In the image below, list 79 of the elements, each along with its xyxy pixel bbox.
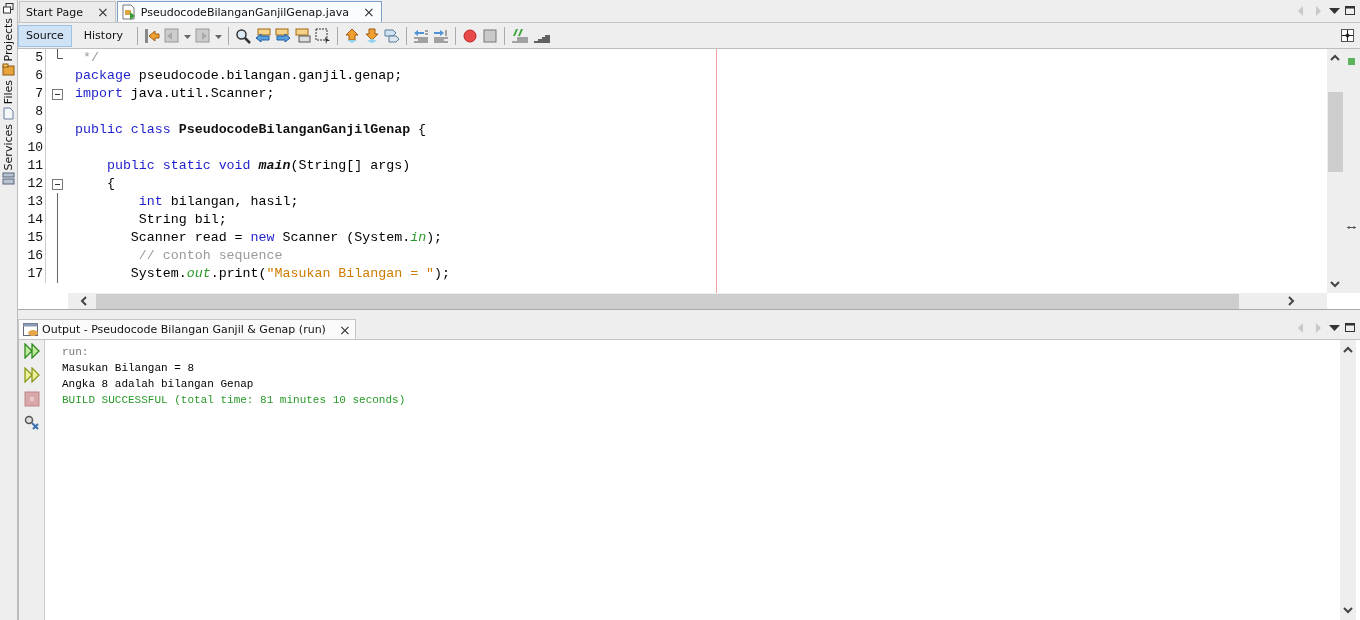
code-line: */ bbox=[81, 50, 99, 65]
tab-label[interactable]: Start Page bbox=[26, 5, 83, 19]
line-number: 14 bbox=[18, 211, 46, 229]
view-toggle-button[interactable]: Source bbox=[18, 24, 72, 47]
output-tab[interactable]: Output - Pseudocode Bilangan Ganjil & Genap (run) × bbox=[18, 319, 356, 339]
line-number: 10 bbox=[18, 139, 46, 157]
folder-icon bbox=[2, 63, 15, 77]
split-icon[interactable] bbox=[1341, 29, 1354, 42]
code-line: System.out.print("Masukan Bilangan = "); bbox=[129, 266, 451, 281]
line-number: 6 bbox=[18, 67, 46, 85]
line-number: 15 bbox=[18, 229, 46, 247]
output-line: BUILD SUCCESSFUL (total time: 81 minutes 10 seconds) bbox=[62, 393, 407, 408]
scroll-right-icon[interactable] bbox=[1287, 296, 1295, 306]
scroll-up-icon[interactable] bbox=[1330, 54, 1340, 62]
tab-navigation-icon[interactable] bbox=[1296, 320, 1356, 335]
find-previous-icon[interactable] bbox=[254, 27, 271, 44]
output-line: Angka 8 adalah bilangan Genap bbox=[62, 377, 255, 392]
search-icon[interactable] bbox=[234, 27, 251, 44]
up-arrow-icon[interactable] bbox=[343, 27, 360, 44]
tab-label[interactable]: PseudocodeBilanganGanjilGenap.java bbox=[140, 5, 349, 19]
output-line: run: bbox=[62, 345, 90, 360]
tab-navigation-icon[interactable] bbox=[1296, 4, 1356, 18]
code-line: { bbox=[105, 176, 115, 191]
scroll-left-icon[interactable] bbox=[80, 296, 88, 306]
line-number: 7 bbox=[18, 85, 46, 103]
code-line: String bil; bbox=[137, 212, 227, 227]
status-marker bbox=[1348, 58, 1355, 65]
settings-icon[interactable] bbox=[23, 415, 40, 431]
code-line: Scanner read = new Scanner (System.in); bbox=[129, 230, 443, 245]
line-number: 16 bbox=[18, 247, 46, 265]
close-tab-button[interactable]: × bbox=[362, 4, 375, 20]
line-number: 9 bbox=[18, 121, 46, 139]
server-icon bbox=[2, 171, 15, 185]
line-number: 12 bbox=[18, 175, 46, 193]
vertical-scrollbar[interactable] bbox=[1340, 340, 1356, 620]
rerun-options-icon[interactable] bbox=[23, 367, 40, 383]
shift-right-icon[interactable] bbox=[432, 27, 449, 44]
highlight-icon[interactable] bbox=[294, 27, 311, 44]
fold-icon[interactable] bbox=[51, 88, 63, 100]
line-number: 17 bbox=[18, 265, 46, 283]
side-tab[interactable]: Projects bbox=[2, 18, 15, 77]
code-line: import java.util.Scanner; bbox=[75, 86, 275, 101]
bookmark-icon[interactable] bbox=[383, 27, 400, 44]
line-number: 13 bbox=[18, 193, 46, 211]
scroll-down-icon[interactable] bbox=[1343, 606, 1353, 614]
output-line: Masukan Bilangan = 8 bbox=[62, 361, 196, 376]
output-title[interactable]: Output - Pseudocode Bilangan Ganjil & Genap (run) bbox=[42, 323, 326, 336]
down-arrow-icon[interactable] bbox=[363, 27, 380, 44]
code-line: package pseudocode.bilangan.ganjil.genap; bbox=[75, 68, 403, 83]
caret-marker-icon bbox=[1347, 225, 1356, 230]
code-line: public static void main(String[] args) bbox=[105, 158, 411, 173]
editor-tab[interactable]: PseudocodeBilanganGanjilGenap.java × bbox=[116, 1, 382, 22]
line-number: 11 bbox=[18, 157, 46, 175]
java-file-icon bbox=[120, 4, 137, 20]
rerun-icon[interactable] bbox=[23, 343, 40, 359]
view-toggle-button[interactable]: History bbox=[75, 24, 131, 47]
last-edit-icon[interactable] bbox=[143, 27, 160, 44]
scroll-up-icon[interactable] bbox=[1343, 346, 1353, 354]
find-next-icon[interactable] bbox=[274, 27, 291, 44]
restore-icon[interactable] bbox=[3, 3, 14, 14]
comment-icon[interactable] bbox=[510, 27, 529, 44]
fold-icon[interactable] bbox=[51, 178, 63, 190]
close-tab-button[interactable]: × bbox=[338, 321, 351, 338]
code-line: int bilangan, hasil; bbox=[137, 194, 299, 209]
scroll-down-icon[interactable] bbox=[1330, 280, 1340, 288]
line-number: 8 bbox=[18, 103, 46, 121]
close-tab-button[interactable]: × bbox=[97, 4, 109, 20]
line-number: 5 bbox=[18, 49, 46, 67]
side-tab[interactable]: Services bbox=[2, 123, 15, 185]
side-tab[interactable]: Files bbox=[2, 80, 15, 120]
output-window-icon bbox=[23, 322, 39, 337]
horizontal-scrollbar[interactable] bbox=[68, 293, 1327, 309]
vertical-scrollbar[interactable] bbox=[1327, 49, 1343, 293]
shift-left-icon[interactable] bbox=[412, 27, 429, 44]
code-line: public class PseudocodeBilanganGanjilGenap { bbox=[75, 122, 427, 137]
rectangle-select-icon[interactable] bbox=[314, 27, 331, 44]
record-icon[interactable] bbox=[461, 27, 478, 44]
code-line: // contoh sequence bbox=[137, 248, 283, 263]
editor-tab[interactable]: Start Page × bbox=[19, 1, 116, 22]
